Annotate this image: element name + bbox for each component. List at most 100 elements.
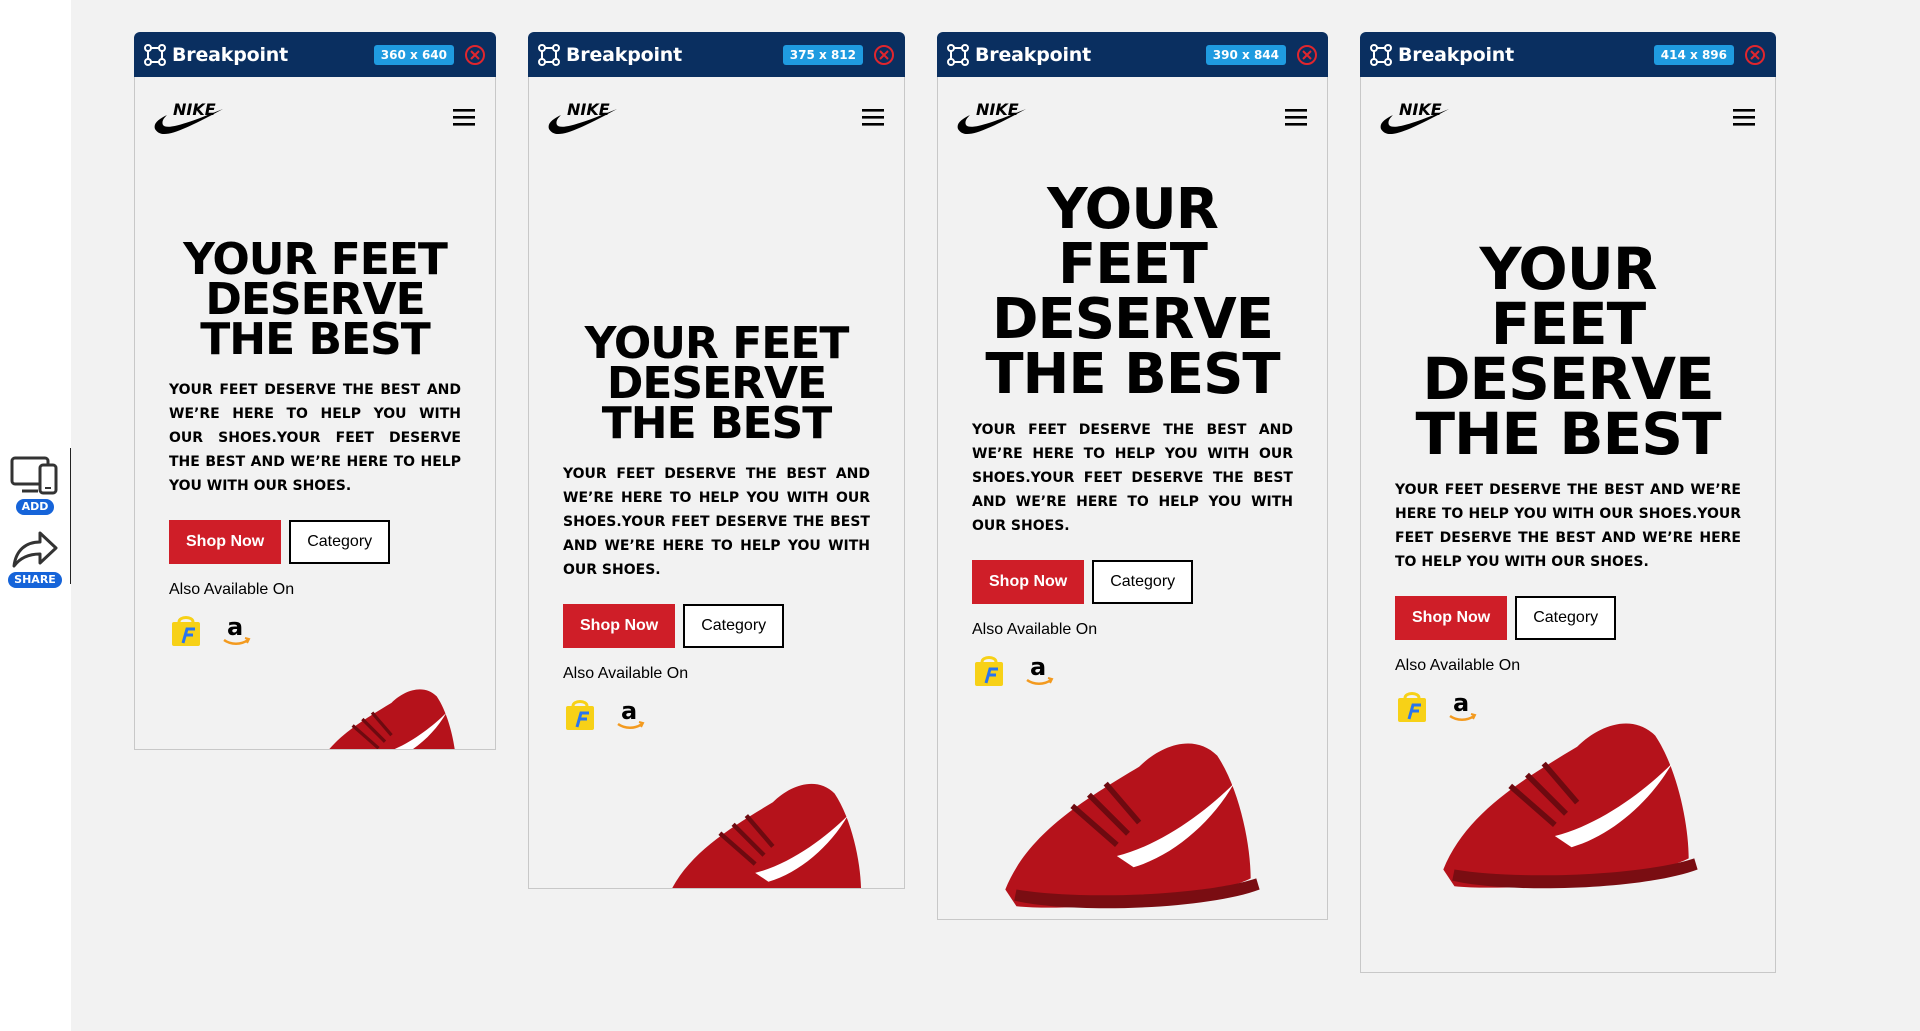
mobile-screen: NIKE YOUR FEET DESERVE THE BEST YOUR FEE…	[937, 77, 1328, 920]
store-links: a	[563, 697, 870, 731]
also-available-label: Also Available On	[169, 581, 295, 598]
headline-line: THE BEST	[200, 314, 431, 365]
hamburger-menu-icon[interactable]	[860, 106, 886, 128]
shop-now-button[interactable]: Shop Now	[972, 560, 1085, 604]
share-button[interactable]: SHARE	[8, 528, 62, 588]
close-icon[interactable]	[1744, 44, 1766, 66]
amazon-icon[interactable]: a	[1022, 653, 1056, 687]
red-sneaker-image	[329, 689, 455, 749]
headline-line: YOUR	[1047, 177, 1219, 242]
breakpoint-title: Breakpoint	[975, 43, 1091, 66]
also-available-label: Also Available On	[563, 665, 689, 682]
size-badge: 390 x 844	[1205, 44, 1286, 65]
breakpoint-frame-375: Breakpoint 375 x 812 NIKE YOUR FEET DESE…	[528, 32, 905, 889]
hero-content: YOUR FEET DESERVE THE BEST YOUR FEET DES…	[972, 182, 1293, 687]
svg-text:a: a	[227, 613, 243, 641]
navbar: NIKE	[1379, 95, 1757, 139]
hero-headline: YOUR FEET DESERVE THE BEST	[563, 322, 870, 449]
category-button[interactable]: Category	[1092, 560, 1194, 604]
amazon-icon[interactable]: a	[219, 613, 253, 647]
breakpoint-frame-414: Breakpoint 414 x 896 NIKE YOUR FEET DESE…	[1360, 32, 1776, 973]
flipkart-icon[interactable]	[972, 653, 1006, 687]
breakpoint-icon	[1370, 43, 1392, 66]
shop-now-button[interactable]: Shop Now	[563, 604, 676, 648]
breakpoint-bar: Breakpoint 414 x 896	[1360, 32, 1776, 77]
close-icon[interactable]	[464, 44, 486, 66]
shop-now-button[interactable]: Shop Now	[1395, 596, 1508, 640]
hamburger-menu-icon[interactable]	[451, 106, 477, 128]
hero-subtext: YOUR FEET DESERVE THE BEST AND WE’RE HER…	[169, 382, 461, 494]
red-sneaker-image	[672, 783, 861, 888]
svg-text:NIKE: NIKE	[976, 100, 1019, 119]
store-links: a	[972, 653, 1293, 687]
svg-text:a: a	[621, 697, 637, 725]
navbar: NIKE	[153, 95, 477, 139]
hero-content: YOUR FEET DESERVE THE BEST YOUR FEET DES…	[1395, 235, 1741, 723]
add-device-button[interactable]: ADD	[8, 455, 62, 515]
size-badge: 414 x 896	[1653, 44, 1734, 65]
category-button[interactable]: Category	[1515, 596, 1617, 640]
category-button[interactable]: Category	[289, 520, 391, 564]
svg-text:a: a	[1030, 653, 1046, 681]
share-arrow-icon	[12, 531, 58, 568]
breakpoint-bar: Breakpoint 360 x 640	[134, 32, 496, 77]
preview-canvas: Breakpoint 360 x 640 NIKE YOUR FEET DESE…	[71, 0, 1920, 1031]
nike-swoosh-logo[interactable]: NIKE	[1379, 95, 1451, 139]
hero-headline: YOUR FEET DESERVE THE BEST	[169, 238, 461, 365]
breakpoint-frame-360: Breakpoint 360 x 640 NIKE YOUR FEET DESE…	[134, 32, 496, 750]
category-button[interactable]: Category	[683, 604, 785, 648]
nike-swoosh-logo[interactable]: NIKE	[956, 95, 1028, 139]
close-icon[interactable]	[873, 44, 895, 66]
also-available-label: Also Available On	[972, 621, 1098, 638]
also-available-label: Also Available On	[1395, 657, 1521, 674]
red-sneaker-image	[1005, 743, 1260, 909]
breakpoint-icon	[947, 43, 969, 66]
hero-subtext: YOUR FEET DESERVE THE BEST AND WE’RE HER…	[563, 466, 870, 578]
breakpoint-bar: Breakpoint 390 x 844	[937, 32, 1328, 77]
add-label: ADD	[15, 499, 55, 515]
store-links: a	[169, 613, 461, 647]
size-badge: 375 x 812	[782, 44, 863, 65]
hero-subtext: YOUR FEET DESERVE THE BEST AND WE’RE HER…	[972, 422, 1293, 534]
flipkart-icon[interactable]	[169, 613, 203, 647]
left-toolbar: ADD SHARE	[0, 0, 72, 1031]
nike-swoosh-logo[interactable]: NIKE	[153, 95, 225, 139]
hero-content: YOUR FEET DESERVE THE BEST YOUR FEET DES…	[563, 322, 870, 731]
devices-icon	[10, 456, 58, 495]
breakpoint-title: Breakpoint	[1398, 43, 1514, 66]
cta-buttons: Shop Now Category	[563, 604, 870, 648]
breakpoint-bar: Breakpoint 375 x 812	[528, 32, 905, 77]
amazon-icon[interactable]: a	[613, 697, 647, 731]
headline-line: DESERVE	[1422, 345, 1714, 413]
breakpoint-title: Breakpoint	[566, 43, 682, 66]
hero-content: YOUR FEET DESERVE THE BEST YOUR FEET DES…	[169, 238, 461, 647]
headline-line: YOUR FEET	[1479, 235, 1658, 358]
headline-line: THE BEST	[985, 342, 1280, 407]
headline-line: THE BEST	[601, 398, 833, 449]
navbar: NIKE	[956, 95, 1309, 139]
flipkart-icon[interactable]	[563, 697, 597, 731]
cta-buttons: Shop Now Category	[1395, 596, 1741, 640]
red-sneaker-image	[1443, 723, 1698, 889]
shop-now-button[interactable]: Shop Now	[169, 520, 282, 564]
hamburger-menu-icon[interactable]	[1731, 106, 1757, 128]
hero-subtext: YOUR FEET DESERVE THE BEST AND WE’RE HER…	[1395, 482, 1741, 570]
cta-buttons: Shop Now Category	[972, 560, 1293, 604]
navbar: NIKE	[547, 95, 886, 139]
breakpoint-frame-390: Breakpoint 390 x 844 NIKE YOUR FEET DESE…	[937, 32, 1328, 920]
headline-line: DESERVE	[991, 287, 1274, 352]
nike-swoosh-logo[interactable]: NIKE	[547, 95, 619, 139]
close-icon[interactable]	[1296, 44, 1318, 66]
headline-line: THE BEST	[1415, 400, 1721, 468]
hero-headline: YOUR FEET DESERVE THE BEST	[972, 177, 1293, 407]
svg-text:NIKE: NIKE	[1399, 100, 1442, 119]
mobile-screen: NIKE YOUR FEET DESERVE THE BEST YOUR FEE…	[528, 77, 905, 889]
mobile-screen: NIKE YOUR FEET DESERVE THE BEST YOUR FEE…	[134, 77, 496, 750]
headline-line: FEET	[1058, 232, 1208, 297]
hamburger-menu-icon[interactable]	[1283, 106, 1309, 128]
svg-text:NIKE: NIKE	[567, 100, 610, 119]
hero-headline: YOUR FEET DESERVE THE BEST	[1395, 235, 1741, 468]
breakpoint-title: Breakpoint	[172, 43, 288, 66]
size-badge: 360 x 640	[373, 44, 454, 65]
svg-text:NIKE: NIKE	[173, 100, 216, 119]
